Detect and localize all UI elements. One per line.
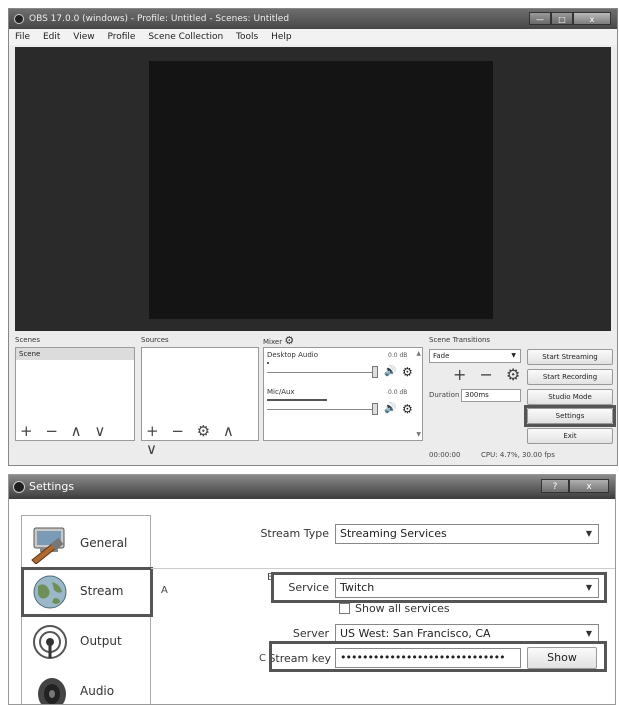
window-title: OBS 17.0.0 (windows) - Profile: Untitled… — [29, 14, 290, 24]
settings-title-bar: Settings ? x — [9, 475, 615, 499]
annotation-a: A — [161, 585, 168, 596]
studio-mode-button[interactable]: Studio Mode — [527, 389, 613, 405]
speaker-icon[interactable]: 🔊 — [384, 366, 396, 377]
volume-meter — [267, 399, 327, 401]
minimize-button[interactable]: — — [529, 12, 551, 25]
speaker-icon — [38, 678, 66, 704]
sidebar-item-label: Output — [80, 634, 122, 648]
volume-meter — [267, 362, 269, 364]
scenes-controls[interactable]: + − ∧ ∨ — [20, 422, 109, 440]
server-label: Server — [292, 627, 329, 640]
menu-bar: File Edit View Profile Scene Collection … — [9, 29, 617, 45]
settings-window: Settings ? x General Stream Output Audio… — [8, 474, 616, 705]
stream-type-label: Stream Type — [260, 527, 329, 540]
stream-key-highlight — [269, 641, 607, 672]
sources-controls[interactable]: + − ⚙ ∧ ∨ — [146, 422, 258, 458]
mixer-label: Mixer ⚙ — [263, 334, 294, 347]
transitions-label: Scene Transitions — [429, 336, 491, 344]
server-value: US West: San Francisco, CA — [340, 627, 491, 640]
mixer-channel-db: 0.0 dB — [388, 389, 408, 396]
volume-slider[interactable] — [267, 409, 377, 410]
sources-list[interactable]: + − ⚙ ∧ ∨ — [141, 347, 259, 458]
menu-help[interactable]: Help — [271, 32, 292, 42]
gear-icon[interactable]: ⚙ — [402, 365, 413, 379]
menu-profile[interactable]: Profile — [107, 32, 135, 42]
general-icon — [31, 527, 65, 564]
gear-icon[interactable]: ⚙ — [402, 402, 413, 416]
scroll-up-icon[interactable]: ▲ — [416, 350, 421, 357]
window-controls: — □ x — [529, 12, 611, 25]
sources-label: Sources — [141, 336, 169, 344]
exit-button[interactable]: Exit — [527, 428, 613, 444]
obs-main-window: OBS 17.0.0 (windows) - Profile: Untitled… — [8, 8, 618, 466]
scene-item[interactable]: Scene — [16, 348, 134, 360]
menu-edit[interactable]: Edit — [43, 32, 60, 42]
output-icon — [33, 625, 67, 659]
preview-area — [15, 47, 611, 331]
duration-spinbox[interactable]: 300ms — [461, 389, 521, 402]
show-all-services-label: Show all services — [355, 602, 450, 615]
sidebar-item-label: Audio — [80, 684, 115, 698]
close-button[interactable]: x — [573, 12, 611, 25]
obs-logo-icon — [14, 14, 24, 24]
settings-window-controls: ? x — [541, 479, 609, 493]
service-highlight — [271, 572, 607, 603]
menu-tools[interactable]: Tools — [236, 32, 258, 42]
start-streaming-button[interactable]: Start Streaming — [527, 349, 613, 365]
divider — [151, 568, 615, 569]
preview-canvas[interactable] — [149, 61, 493, 319]
mixer-channel-db: 0.0 dB — [388, 352, 408, 359]
duration-label: Duration — [429, 391, 460, 399]
settings-title: Settings — [29, 480, 75, 493]
sidebar-item-audio[interactable]: Audio — [22, 666, 150, 704]
status-cpu: CPU: 4.7%, 30.00 fps — [481, 451, 555, 459]
transition-value: Fade — [433, 352, 450, 360]
show-all-services-checkbox[interactable] — [339, 603, 350, 614]
stream-type-value: Streaming Services — [340, 527, 447, 540]
mixer-panel: Desktop Audio 0.0 dB 🔊 ⚙ Mic/Aux 0.0 dB … — [263, 347, 423, 441]
scenes-list[interactable]: Scene + − ∧ ∨ — [15, 347, 135, 441]
mixer-channel-name: Desktop Audio — [267, 351, 318, 359]
scroll-down-icon[interactable]: ▼ — [416, 431, 421, 438]
sidebar-item-output[interactable]: Output — [22, 616, 150, 666]
scenes-label: Scenes — [15, 336, 40, 344]
stream-type-select[interactable]: Streaming Services ▼ — [335, 524, 599, 544]
maximize-button[interactable]: □ — [551, 12, 573, 25]
chevron-down-icon: ▼ — [511, 352, 516, 359]
mixer-channel-name: Mic/Aux — [267, 388, 295, 396]
volume-slider[interactable] — [267, 372, 377, 373]
transition-select[interactable]: Fade ▼ — [429, 349, 521, 363]
gear-icon[interactable]: ⚙ — [284, 334, 294, 347]
title-bar: OBS 17.0.0 (windows) - Profile: Untitled… — [9, 9, 617, 29]
mixer-title: Mixer — [263, 338, 283, 346]
menu-view[interactable]: View — [73, 32, 94, 42]
stream-highlight — [21, 567, 153, 617]
sidebar-item-label: General — [80, 536, 128, 550]
sidebar-item-general[interactable]: General — [22, 518, 150, 568]
settings-highlight — [524, 405, 616, 427]
volume-slider-handle[interactable] — [372, 366, 378, 378]
menu-scene-collection[interactable]: Scene Collection — [148, 32, 223, 42]
volume-slider-handle[interactable] — [372, 403, 378, 415]
speaker-icon[interactable]: 🔊 — [384, 403, 396, 414]
chevron-down-icon: ▼ — [585, 529, 592, 538]
obs-logo-icon — [13, 481, 25, 493]
start-recording-button[interactable]: Start Recording — [527, 369, 613, 385]
help-button[interactable]: ? — [541, 479, 569, 493]
transition-controls[interactable]: + − ⚙ — [453, 365, 524, 384]
close-button[interactable]: x — [569, 479, 609, 493]
menu-file[interactable]: File — [15, 32, 30, 42]
status-time: 00:00:00 — [429, 451, 461, 459]
duration-value: 300ms — [465, 391, 489, 399]
